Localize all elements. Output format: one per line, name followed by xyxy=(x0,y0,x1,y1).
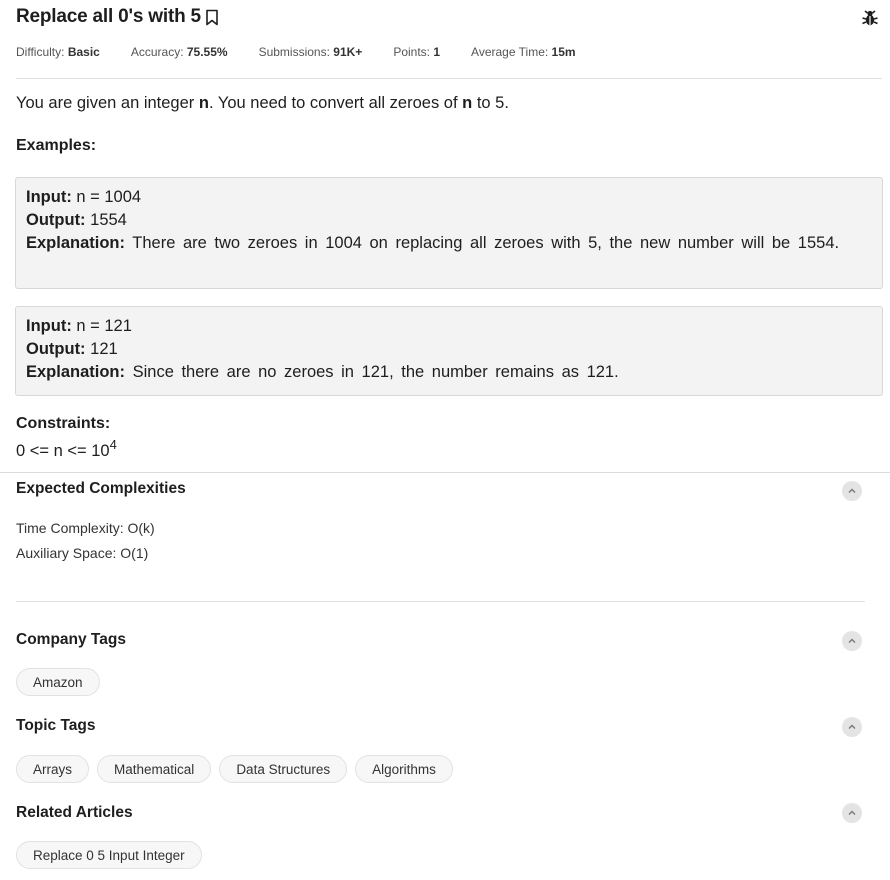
related-articles-heading[interactable]: Related Articles xyxy=(16,804,133,822)
problem-statement: You are given an integer n. You need to … xyxy=(16,94,509,112)
title-row: Replace all 0's with 5 xyxy=(16,6,219,28)
example-box-2: Input: n = 121 Output: 121 Explanation: … xyxy=(15,306,883,396)
tag-chip[interactable]: Arrays xyxy=(16,755,90,783)
chevron-up-icon[interactable] xyxy=(842,631,862,651)
bug-report-icon[interactable] xyxy=(861,9,879,27)
meta-accuracy: Accuracy: 75.55% xyxy=(130,45,228,59)
header-divider xyxy=(16,78,882,79)
chevron-up-icon[interactable] xyxy=(842,481,862,501)
tag-chip[interactable]: Data Structures xyxy=(219,755,348,783)
topic-tags-heading[interactable]: Topic Tags xyxy=(16,717,96,735)
auxiliary-space: Auxiliary Space: O(1) xyxy=(16,545,149,561)
chevron-up-icon[interactable] xyxy=(842,803,862,823)
chevron-up-icon[interactable] xyxy=(842,717,862,737)
problem-header: Replace all 0's with 5 Difficulty: Basic… xyxy=(0,0,890,80)
constraints-heading: Constraints: xyxy=(16,415,111,432)
company-tags-list: Amazon xyxy=(16,668,108,696)
examples-heading: Examples: xyxy=(16,137,97,154)
related-articles-list: Replace 0 5 Input Integer xyxy=(16,841,210,869)
problem-title: Replace all 0's with 5 xyxy=(16,6,201,27)
example-input: Input: n = 1004 xyxy=(26,188,142,206)
problem-meta: Difficulty: Basic Accuracy: 75.55% Submi… xyxy=(16,45,607,59)
meta-average-time: Average Time: 15m xyxy=(471,45,576,59)
example-explanation: Explanation: There are two zeroes in 100… xyxy=(26,234,840,252)
meta-difficulty: Difficulty: Basic xyxy=(16,45,100,59)
time-complexity: Time Complexity: O(k) xyxy=(16,520,155,536)
article-chip[interactable]: Replace 0 5 Input Integer xyxy=(16,841,202,869)
complexities-divider xyxy=(16,601,865,602)
example-output: Output: 121 xyxy=(26,340,118,358)
example-output: Output: 1554 xyxy=(26,211,127,229)
tag-chip[interactable]: Algorithms xyxy=(355,755,453,783)
constraint-text: 0 <= n <= 104 xyxy=(16,437,117,460)
company-tags-heading[interactable]: Company Tags xyxy=(16,631,126,649)
tag-chip[interactable]: Mathematical xyxy=(97,755,212,783)
example-box-1: Input: n = 1004 Output: 1554 Explanation… xyxy=(15,177,883,289)
topic-tags-list: Arrays Mathematical Data Structures Algo… xyxy=(16,755,461,783)
meta-points: Points: 1 xyxy=(393,45,441,59)
meta-submissions: Submissions: 91K+ xyxy=(258,45,363,59)
section-divider xyxy=(0,472,890,473)
bookmark-icon[interactable] xyxy=(205,9,219,26)
example-input: Input: n = 121 xyxy=(26,317,132,335)
tag-chip[interactable]: Amazon xyxy=(16,668,100,696)
complexities-heading[interactable]: Expected Complexities xyxy=(16,480,186,498)
example-explanation: Explanation: Since there are no zeroes i… xyxy=(26,363,619,381)
